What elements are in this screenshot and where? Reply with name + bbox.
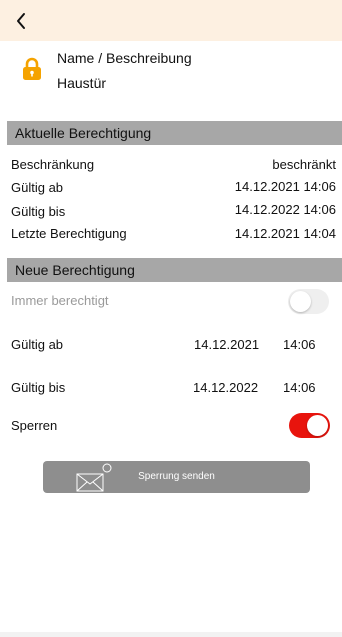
back-button[interactable] — [8, 8, 34, 34]
new-valid-from-label: Gültig ab — [11, 337, 64, 352]
bottom-strip — [0, 632, 342, 637]
last-authorization-label: Letzte Berechtigung — [11, 226, 127, 241]
always-authorized-toggle[interactable] — [288, 289, 329, 314]
valid-to-date-picker[interactable]: 14.12.2022 — [193, 380, 258, 395]
lock-name-value: Haustür — [57, 75, 107, 91]
chevron-left-icon — [17, 13, 25, 29]
current-valid-to-value: 14.12.2022 14:06 — [234, 202, 336, 217]
lock-icon — [23, 57, 41, 80]
new-authorization-header: Neue Berechtigung — [7, 258, 342, 282]
restriction-value: beschränkt — [272, 157, 336, 172]
valid-to-time-picker[interactable]: 14:06 — [283, 380, 316, 395]
current-valid-from-label: Gültig ab — [11, 180, 64, 195]
toggle-knob — [290, 291, 311, 312]
last-authorization-value: 14.12.2021 14:04 — [234, 226, 336, 241]
valid-from-time-picker[interactable]: 14:06 — [283, 337, 316, 352]
new-valid-to-label: Gültig bis — [11, 380, 66, 395]
top-bar — [0, 0, 342, 41]
current-authorization-header: Aktuelle Berechtigung — [7, 121, 342, 145]
lock-block-label: Sperren — [11, 418, 58, 433]
lock-block-toggle[interactable] — [289, 413, 330, 438]
valid-from-date-picker[interactable]: 14.12.2021 — [194, 337, 259, 352]
name-description-label: Name / Beschreibung — [57, 50, 192, 66]
lock-header: Name / Beschreibung Haustür — [0, 41, 342, 119]
always-authorized-label: Immer berechtigt — [11, 293, 109, 308]
toggle-knob — [307, 415, 328, 436]
current-valid-to-label: Gültig bis — [11, 204, 66, 219]
restriction-label: Beschränkung — [11, 157, 95, 172]
send-block-label: Sperrung senden — [138, 471, 215, 482]
send-block-button[interactable]: Sperrung senden — [43, 461, 310, 493]
current-valid-from-value: 14.12.2021 14:06 — [234, 179, 336, 194]
